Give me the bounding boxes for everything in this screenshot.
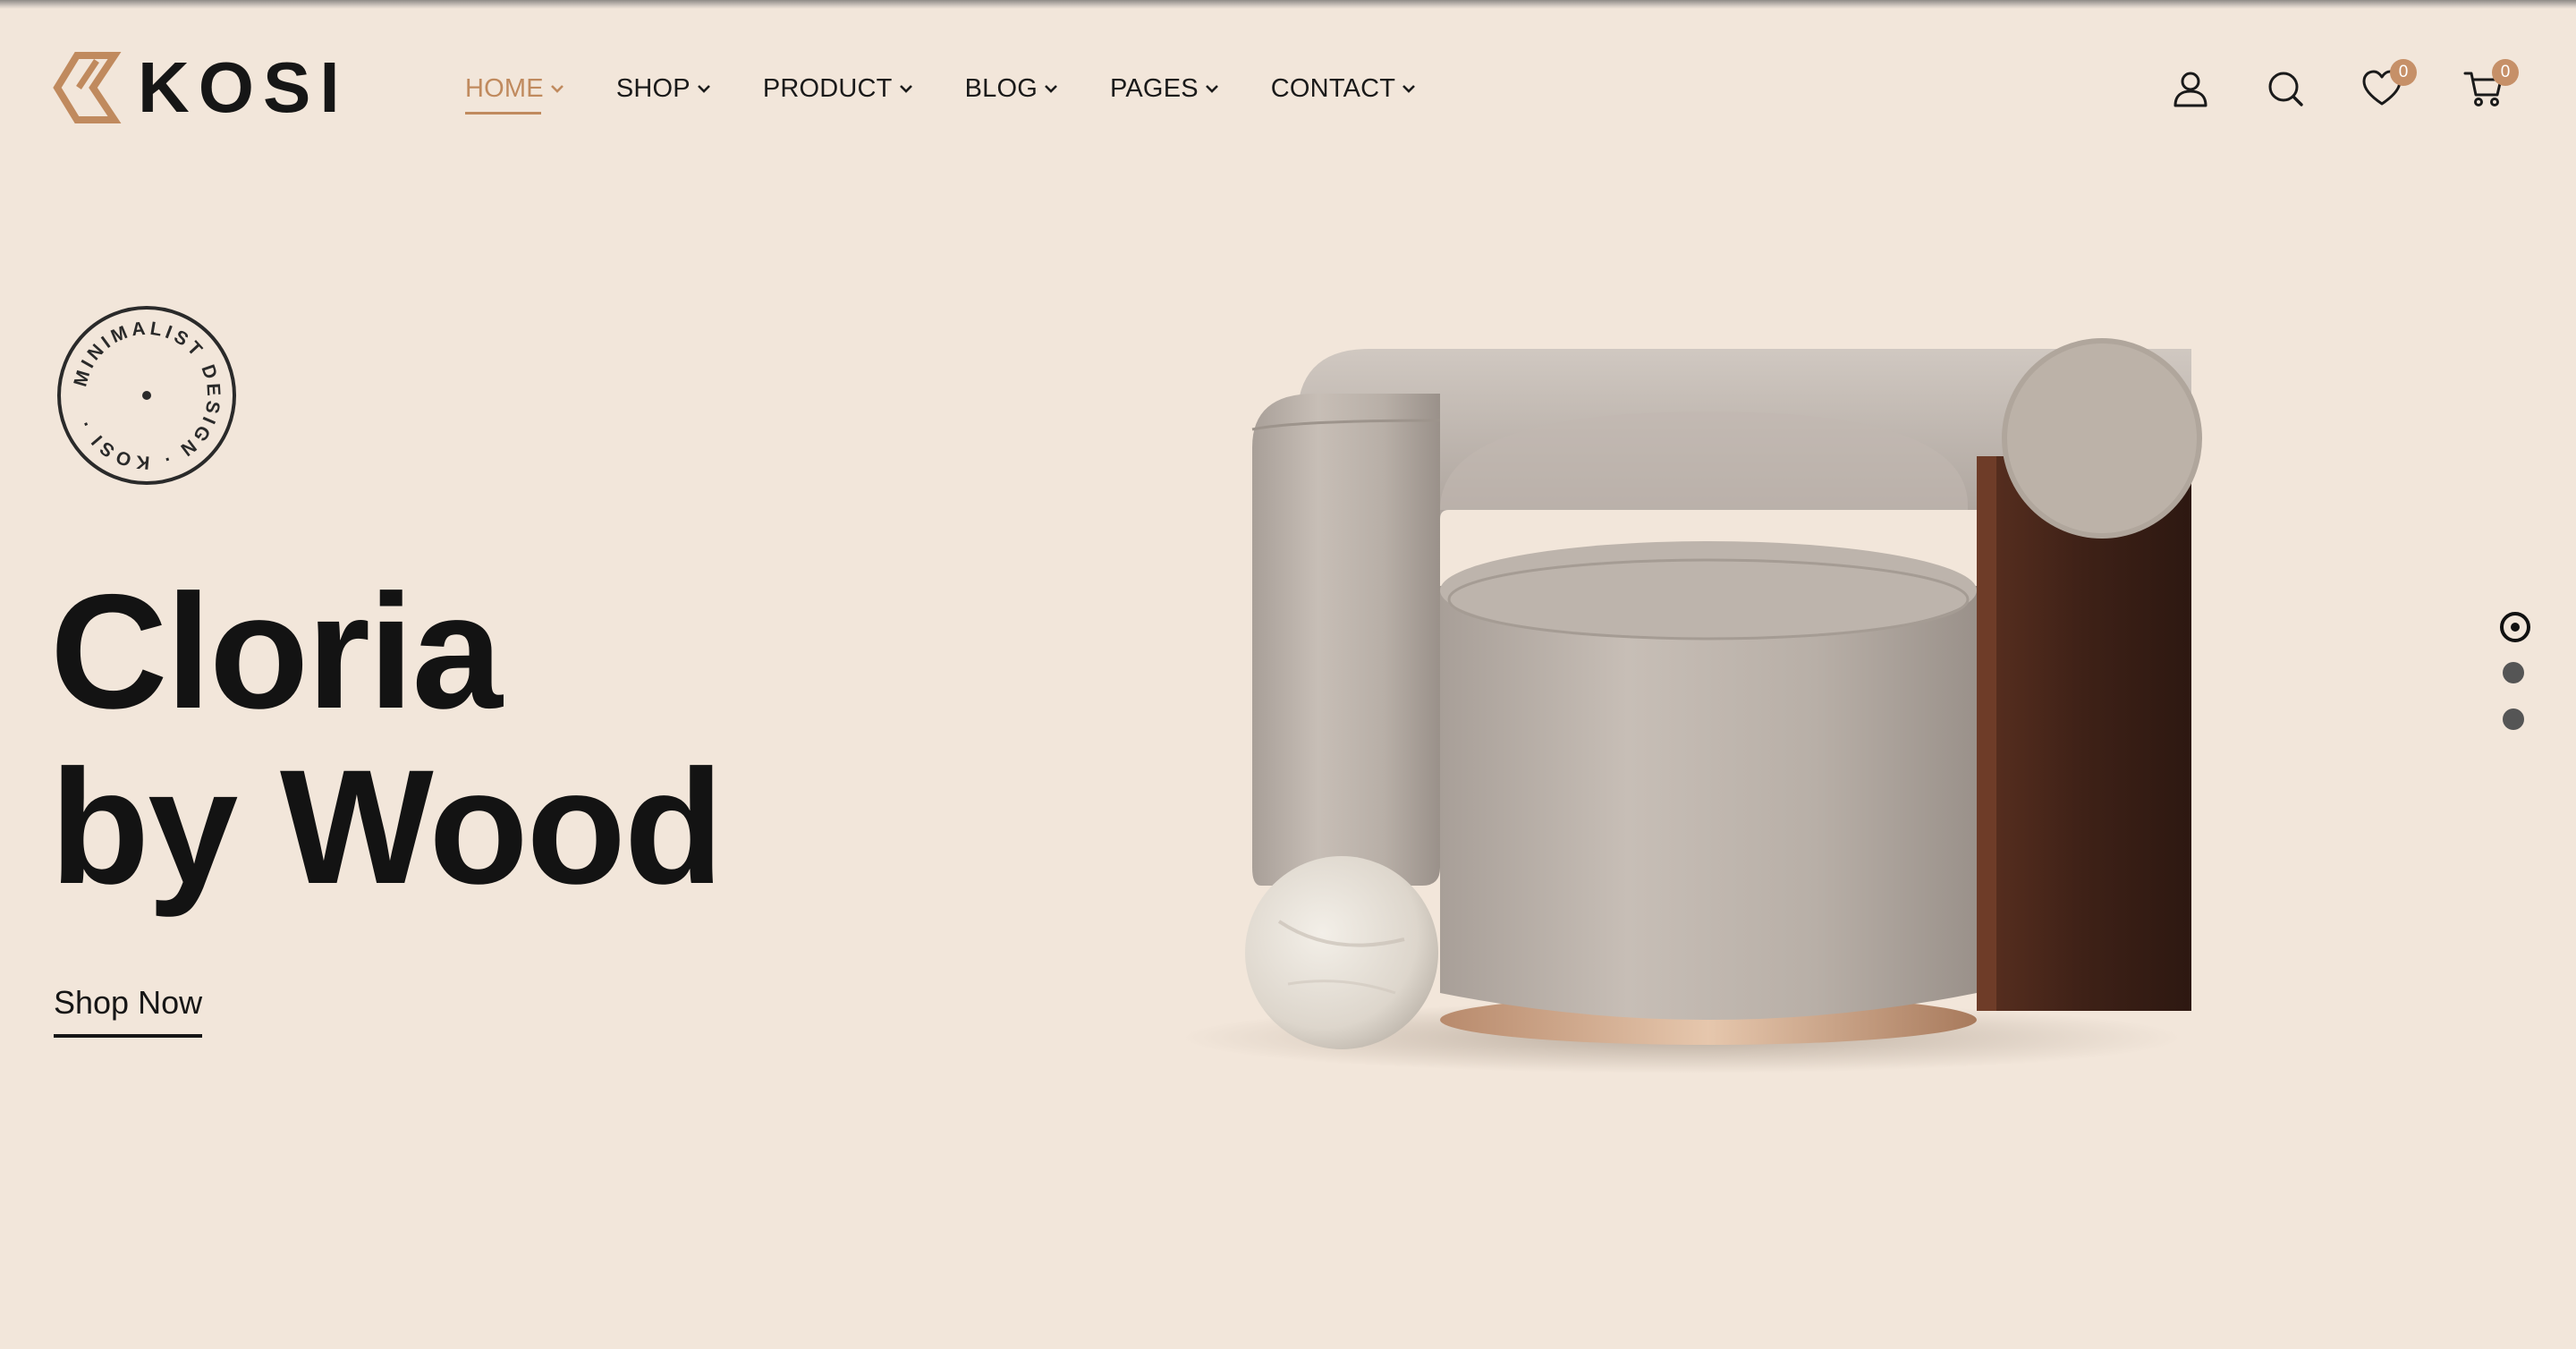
nav-item-shop[interactable]: SHOP bbox=[616, 70, 711, 107]
nav-label: PAGES bbox=[1110, 73, 1199, 103]
wishlist-count-badge: 0 bbox=[2390, 59, 2417, 86]
minimalist-design-stamp: MINIMALIST DESIGN · KOSI · bbox=[57, 306, 236, 485]
logo-text: KOSI bbox=[138, 47, 349, 127]
chevron-down-icon bbox=[899, 85, 912, 93]
user-icon bbox=[2174, 72, 2207, 107]
slide-dot-3[interactable] bbox=[2503, 708, 2524, 730]
top-shadow-line bbox=[0, 0, 2576, 9]
slide-dot-2[interactable] bbox=[2503, 662, 2524, 683]
shop-now-button[interactable]: Shop Now bbox=[54, 984, 203, 1038]
nav-label: PRODUCT bbox=[762, 73, 893, 103]
chevron-down-icon bbox=[1205, 85, 1218, 93]
site-logo[interactable]: KOSI bbox=[52, 52, 349, 123]
cart-button[interactable]: 0 bbox=[2458, 59, 2519, 115]
nav-label: BLOG bbox=[964, 73, 1038, 103]
main-nav: HOME SHOP PRODUCT BLOG PAGES CONTACT bbox=[465, 70, 1468, 115]
chevron-down-icon bbox=[550, 85, 564, 93]
slider-pagination bbox=[2496, 612, 2531, 746]
hero-title-line-1: Cloria bbox=[50, 560, 503, 742]
search-icon bbox=[2268, 72, 2303, 106]
nav-item-product[interactable]: PRODUCT bbox=[763, 70, 913, 107]
nav-item-blog[interactable]: BLOG bbox=[965, 70, 1058, 107]
armchair-product-image bbox=[1181, 338, 2202, 1073]
logo-mark-icon bbox=[53, 52, 122, 123]
nav-label: SHOP bbox=[615, 73, 691, 103]
nav-item-home[interactable]: HOME bbox=[465, 70, 564, 115]
cart-count-badge: 0 bbox=[2492, 59, 2519, 86]
account-button[interactable] bbox=[2165, 63, 2216, 115]
hero-title: Cloria by Wood bbox=[50, 560, 724, 918]
search-button[interactable] bbox=[2259, 63, 2311, 115]
slide-dot-1[interactable] bbox=[2500, 612, 2530, 642]
nav-label: HOME bbox=[465, 73, 544, 103]
nav-item-pages[interactable]: PAGES bbox=[1110, 70, 1219, 107]
chevron-down-icon bbox=[697, 85, 710, 93]
nav-label: CONTACT bbox=[1270, 73, 1396, 103]
chevron-down-icon bbox=[1402, 85, 1416, 93]
wishlist-button[interactable]: 0 bbox=[2356, 59, 2417, 115]
chevron-down-icon bbox=[1045, 85, 1057, 93]
nav-item-contact[interactable]: CONTACT bbox=[1271, 70, 1416, 107]
hero-title-line-2: by Wood bbox=[50, 735, 724, 918]
